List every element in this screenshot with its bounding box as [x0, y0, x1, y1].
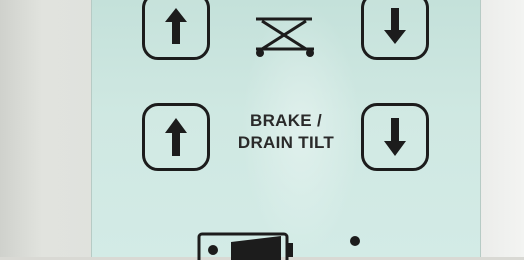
tilt-up-button[interactable] — [142, 0, 210, 60]
arrow-up-icon — [165, 8, 187, 44]
background-wall-right — [479, 0, 524, 257]
arrow-down-icon — [384, 8, 406, 44]
indicator-led — [350, 236, 360, 246]
tilt-down-button[interactable] — [361, 0, 429, 60]
bed-tilt-icon — [256, 17, 314, 57]
brake-down-button[interactable] — [361, 103, 429, 171]
brake-drain-tilt-label: BRAKE / DRAIN TILT — [222, 110, 350, 154]
brake-label-line2: DRAIN TILT — [237, 133, 335, 152]
brake-label-line1: BRAKE / — [250, 111, 322, 130]
battery-icon — [197, 232, 293, 260]
arrow-down-icon — [384, 118, 406, 156]
arrow-up-icon — [165, 118, 187, 156]
brake-up-button[interactable] — [142, 103, 210, 171]
